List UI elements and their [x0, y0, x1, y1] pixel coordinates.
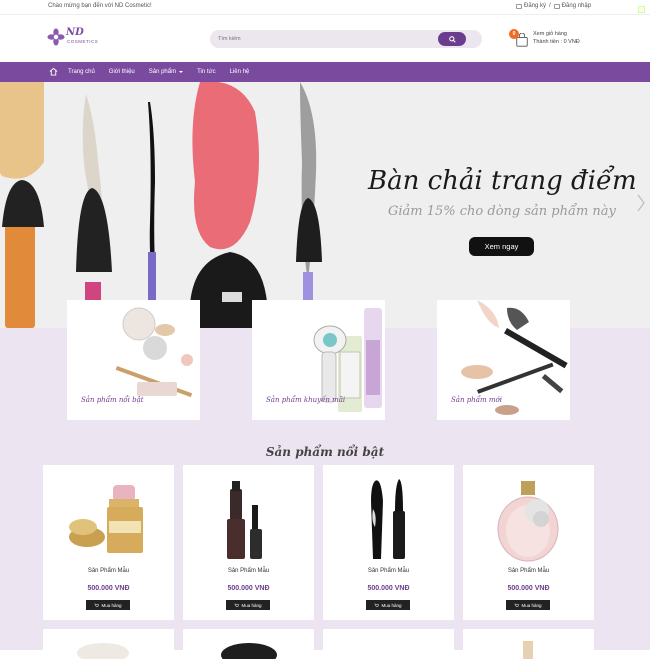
banner-subline: Giảm 15% cho dòng sản phẩm này — [388, 204, 616, 219]
nav-menu: Trang chủ Giới thiệu Sản phẩm Tin tức Li… — [68, 62, 263, 82]
promo-caption: Sản phẩm khuyến mãi — [266, 396, 346, 404]
nav-item-contact[interactable]: Liên hệ — [230, 69, 250, 75]
login-label: Đăng nhập — [561, 3, 592, 9]
product-image — [77, 643, 129, 663]
product-card-partial[interactable] — [183, 629, 314, 664]
product-name: Sản Phẩm Mẫu — [367, 568, 410, 574]
product-price: 500.000 VNĐ — [507, 585, 550, 592]
nav-label: Giới thiệu — [108, 69, 135, 75]
auth-separator: / — [549, 3, 551, 9]
product-card[interactable]: Sản Phẩm Mẫu 500.000 VNĐ Mua hàng — [323, 465, 454, 620]
header: ND COSMETICS 0 Xem giỏ hàng Thành tiền :… — [0, 14, 650, 61]
login-link[interactable]: Đăng nhập — [553, 3, 592, 9]
logo-text: ND — [66, 27, 84, 38]
cart-total: Thành tiền : 0 VNĐ — [533, 39, 580, 45]
promo-tile-sale[interactable]: Sản phẩm khuyến mãi — [252, 300, 385, 420]
nav-label: Trang chủ — [68, 69, 95, 75]
cart-icon — [234, 603, 240, 607]
banner-headline: Bàn chải trang điểm — [368, 166, 637, 196]
product-image — [69, 485, 143, 553]
auth-links: Đăng ký / Đăng nhập — [516, 3, 591, 9]
cart-icon — [514, 603, 520, 607]
buy-button[interactable]: Mua hàng — [226, 600, 270, 610]
nav-item-products[interactable]: Sản phẩm — [148, 69, 184, 75]
home-icon[interactable] — [49, 67, 58, 76]
promo-caption: Sản phẩm mới — [451, 396, 502, 404]
user-icon — [516, 3, 522, 9]
logo-subtext: COSMETICS — [67, 39, 99, 44]
product-card[interactable]: Sản Phẩm Mẫu 500.000 VNĐ Mua hàng — [183, 465, 314, 620]
cart-count-badge: 0 — [509, 29, 519, 39]
product-name: Sản Phẩm Mẫu — [227, 568, 270, 574]
product-price: 500.000 VNĐ — [227, 585, 270, 592]
product-image — [227, 481, 262, 559]
buy-label: Mua hàng — [521, 602, 542, 608]
logo[interactable]: ND COSMETICS — [47, 27, 102, 49]
top-bar: Chào mừng bạn đến với ND Cosmetic! Đăng … — [0, 0, 650, 14]
featured-section-title: Sản phẩm nổi bật — [265, 445, 385, 459]
cart-icon — [374, 603, 380, 607]
buy-label: Mua hàng — [241, 602, 262, 608]
chevron-right-icon[interactable] — [636, 194, 646, 212]
search-icon — [448, 35, 456, 43]
search-bar — [210, 30, 482, 48]
promo-caption: Sản phẩm nổi bật — [81, 396, 144, 404]
product-image — [371, 479, 405, 559]
main-nav: Trang chủ Giới thiệu Sản phẩm Tin tức Li… — [0, 62, 650, 82]
product-name: Sản Phẩm Mẫu — [507, 568, 550, 574]
promo-tile-new[interactable]: Sản phẩm mới — [437, 300, 570, 420]
nav-label: Liên hệ — [229, 69, 250, 75]
search-input[interactable] — [218, 32, 428, 46]
cart-label[interactable]: Xem giỏ hàng — [533, 31, 567, 37]
buy-button[interactable]: Mua hàng — [366, 600, 410, 610]
search-button[interactable] — [438, 32, 466, 46]
promo-tile-featured[interactable]: Sản phẩm nổi bật — [67, 300, 200, 420]
register-link[interactable]: Đăng ký — [516, 3, 546, 9]
lock-icon — [553, 3, 560, 9]
product-card-partial[interactable] — [323, 629, 454, 659]
product-card-partial[interactable] — [43, 629, 174, 663]
product-image — [497, 481, 559, 562]
product-image — [221, 643, 277, 664]
nav-label: Sản phẩm — [148, 69, 177, 75]
product-image — [523, 641, 533, 659]
buy-label: Mua hàng — [101, 602, 122, 608]
buy-label: Mua hàng — [381, 602, 402, 608]
product-card[interactable]: Sản Phẩm Mẫu 500.000 VNĐ Mua hàng — [43, 465, 174, 620]
banner-cta-button[interactable]: Xem ngay — [469, 237, 534, 256]
corner-widget[interactable] — [638, 6, 645, 13]
cart-icon — [94, 603, 100, 607]
product-price: 500.000 VNĐ — [367, 585, 410, 592]
hero-banner: Bàn chải trang điểm Giảm 15% cho dòng sả… — [0, 82, 650, 328]
product-price: 500.000 VNĐ — [87, 585, 130, 592]
flower-logo-icon — [47, 28, 65, 46]
nav-item-about[interactable]: Giới thiệu — [109, 69, 135, 75]
product-card-partial[interactable] — [463, 629, 594, 659]
chevron-down-icon — [179, 71, 184, 73]
buy-button[interactable]: Mua hàng — [86, 600, 130, 610]
cart-widget[interactable]: 0 Xem giỏ hàng Thành tiền : 0 VNĐ — [509, 27, 609, 51]
register-label: Đăng ký — [524, 3, 547, 9]
product-name: Sản Phẩm Mẫu — [87, 568, 130, 574]
banner-brushes-image — [0, 82, 322, 328]
product-card[interactable]: Sản Phẩm Mẫu 500.000 VNĐ Mua hàng — [463, 465, 594, 620]
nav-item-news[interactable]: Tin tức — [197, 69, 215, 75]
nav-item-home[interactable]: Trang chủ — [68, 69, 95, 75]
buy-button[interactable]: Mua hàng — [506, 600, 550, 610]
welcome-text: Chào mừng bạn đến với ND Cosmetic! — [48, 3, 152, 9]
nav-label: Tin tức — [197, 69, 216, 75]
